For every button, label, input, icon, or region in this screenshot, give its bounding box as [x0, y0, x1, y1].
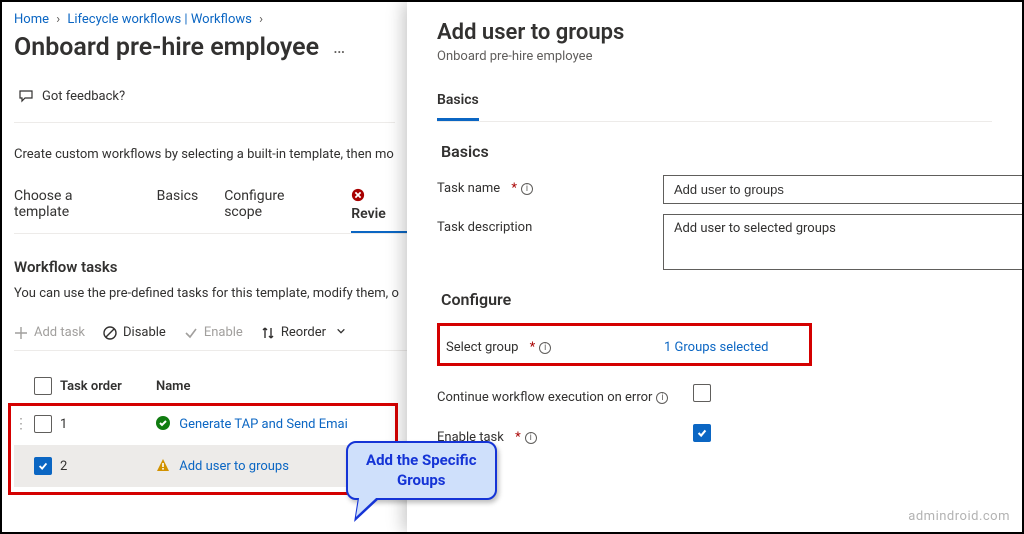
panel-tabs: Basics: [437, 86, 992, 122]
workflow-tasks-desc: You can use the pre-defined tasks for th…: [14, 286, 407, 301]
groups-selected-link[interactable]: 1 Groups selected: [664, 334, 768, 355]
continue-on-error-checkbox[interactable]: [693, 384, 711, 402]
row-checkbox[interactable]: [34, 457, 52, 475]
chevron-down-icon: [336, 325, 346, 340]
label-select-group: Select group * i: [446, 334, 664, 355]
main-content: Home › Lifecycle workflows | Workflows ›…: [2, 2, 407, 487]
enable-label: Enable: [204, 325, 243, 340]
page-title: Onboard pre-hire employee: [14, 33, 319, 62]
panel-section-basics: Basics: [441, 142, 1022, 161]
enable-button[interactable]: Enable: [184, 325, 243, 340]
task-details-panel: Add user to groups Onboard pre-hire empl…: [407, 2, 1022, 532]
label-task-description: Task description: [437, 214, 663, 235]
annotation-callout: Add the Specific Groups: [346, 441, 497, 500]
watermark: admindroid.com: [908, 509, 1010, 524]
tab-choose-template[interactable]: Choose a template: [14, 182, 131, 233]
tab-review[interactable]: Revie: [351, 182, 407, 233]
reorder-icon: [261, 326, 275, 340]
chevron-right-icon: ›: [259, 12, 263, 27]
info-icon[interactable]: i: [539, 342, 551, 354]
warning-icon: [156, 458, 170, 472]
tab-review-label: Revie: [351, 206, 386, 222]
task-name-link[interactable]: Add user to groups: [179, 459, 289, 474]
label-continue-on-error: Continue workflow execution on error i: [437, 384, 693, 405]
feedback-label: Got feedback?: [42, 89, 125, 104]
breadcrumb-link[interactable]: Lifecycle workflows | Workflows: [67, 12, 251, 27]
wizard-tabs: Choose a template Basics Configure scope…: [14, 182, 407, 234]
feedback-icon: [18, 88, 34, 104]
panel-title: Add user to groups: [437, 20, 1022, 45]
annotation-highlight-select-group: Select group * i 1 Groups selected: [437, 323, 812, 366]
select-all-checkbox[interactable]: [34, 377, 52, 395]
chevron-right-icon: ›: [56, 12, 60, 27]
task-description-input[interactable]: Add user to selected groups: [663, 214, 1022, 270]
task-order-value: 1: [60, 417, 156, 432]
table-row[interactable]: ⋮ 1 Generate TAP and Send Emai: [14, 403, 407, 445]
row-checkbox[interactable]: [34, 415, 52, 433]
info-icon[interactable]: i: [525, 432, 537, 444]
label-task-name: Task name * i: [437, 175, 663, 196]
header-name[interactable]: Name: [156, 379, 407, 394]
feedback-link[interactable]: Got feedback?: [14, 84, 395, 123]
panel-subtitle: Onboard pre-hire employee: [437, 49, 1022, 64]
panel-section-configure: Configure: [441, 290, 1022, 309]
disable-label: Disable: [123, 325, 166, 340]
disable-icon: [103, 326, 117, 340]
add-task-label: Add task: [34, 325, 85, 340]
reorder-label: Reorder: [281, 325, 326, 340]
reorder-button[interactable]: Reorder: [261, 325, 346, 340]
callout-line1: Add the Specific: [366, 451, 477, 471]
breadcrumb-link[interactable]: Home: [14, 12, 49, 27]
task-name-input[interactable]: [663, 175, 1022, 204]
workflow-tasks-heading: Workflow tasks: [14, 258, 407, 276]
add-task-button[interactable]: Add task: [14, 325, 85, 340]
checkmark-icon: [184, 326, 198, 340]
plus-icon: [14, 326, 28, 340]
disable-button[interactable]: Disable: [103, 325, 166, 340]
success-icon: [156, 416, 170, 430]
header-task-order[interactable]: Task order: [60, 379, 156, 394]
error-circle-icon: [351, 190, 365, 206]
intro-text: Create custom workflows by selecting a b…: [14, 123, 407, 182]
info-icon[interactable]: i: [521, 183, 533, 195]
breadcrumb: Home › Lifecycle workflows | Workflows ›: [14, 12, 407, 27]
panel-tab-basics[interactable]: Basics: [437, 86, 479, 121]
callout-line2: Groups: [366, 471, 477, 491]
tasks-toolbar: Add task Disable Enable Reorder: [14, 321, 407, 351]
tab-configure-scope[interactable]: Configure scope: [224, 182, 325, 233]
enable-task-checkbox[interactable]: [693, 424, 711, 442]
task-name-link[interactable]: Generate TAP and Send Emai: [179, 417, 348, 432]
tab-basics[interactable]: Basics: [157, 182, 199, 233]
more-actions-button[interactable]: …: [329, 33, 349, 62]
info-icon[interactable]: i: [656, 392, 668, 404]
table-header: Task order Name: [14, 369, 407, 403]
task-order-value: 2: [60, 459, 156, 474]
